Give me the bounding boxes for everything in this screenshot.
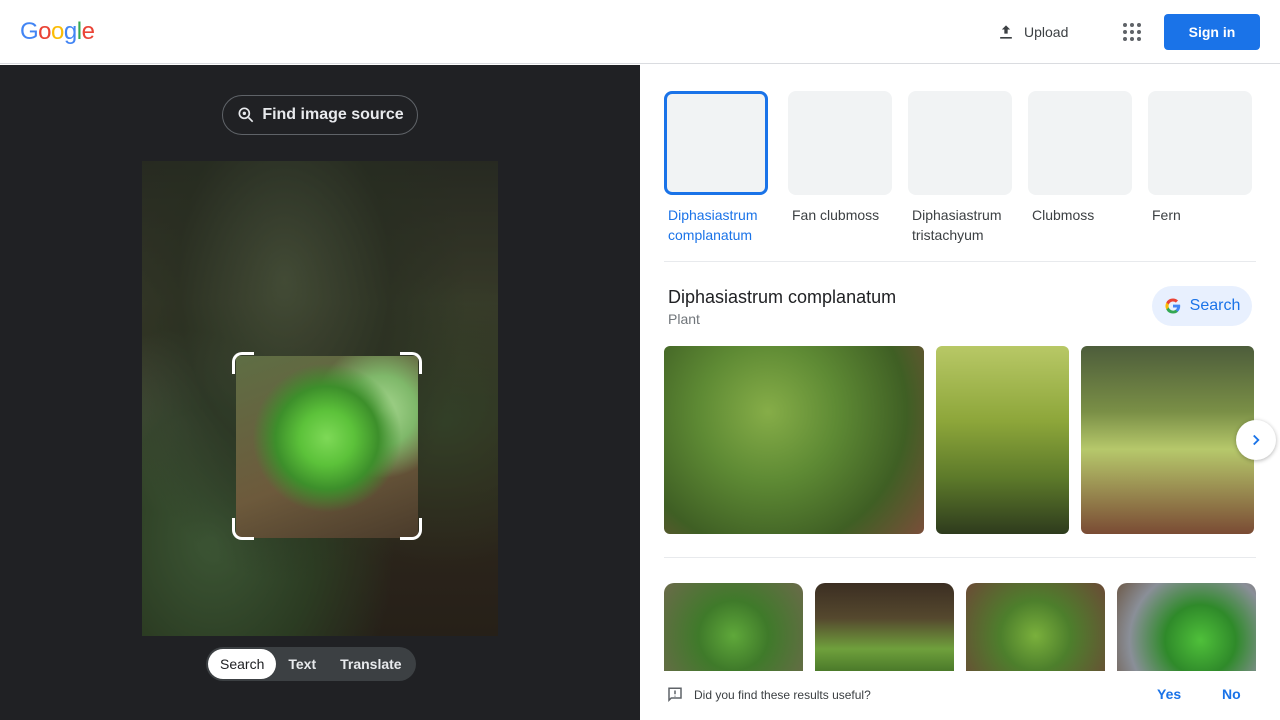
related-entities: Diphasiastrum complanatum Fan clubmoss D… — [664, 91, 1264, 261]
related-item[interactable]: Fern — [1148, 91, 1252, 225]
mode-search[interactable]: Search — [208, 649, 277, 679]
upload-label: Upload — [1024, 24, 1069, 40]
crop-handle-bottom-right[interactable] — [400, 518, 422, 540]
entity-title: Diphasiastrum complanatum — [668, 287, 897, 307]
crop-handle-top-right[interactable] — [400, 352, 422, 374]
entity-subtitle: Plant — [668, 311, 700, 327]
feedback-yes-button[interactable]: Yes — [1157, 686, 1181, 702]
logo-letter: g — [63, 18, 77, 45]
result-image[interactable] — [664, 346, 924, 534]
google-g-icon — [1165, 298, 1180, 314]
logo-letter: o — [38, 18, 52, 45]
related-thumbnail — [1028, 91, 1132, 195]
section-divider — [664, 557, 1256, 558]
results-panel: Diphasiastrum complanatum Fan clubmoss D… — [640, 65, 1280, 720]
upload-icon — [1000, 25, 1012, 39]
top-bar: Google Upload Sign in — [0, 0, 1280, 64]
feedback-icon — [668, 687, 682, 703]
feedback-bar: Did you find these results useful? Yes N… — [640, 671, 1280, 720]
entity-search-button[interactable]: Search — [1152, 286, 1252, 326]
visual-match-image[interactable] — [815, 583, 954, 671]
related-label: Clubmoss — [1032, 207, 1095, 223]
related-label: Diphasiastrum complanatum — [668, 207, 758, 243]
logo-letter: e — [81, 18, 95, 45]
mode-text[interactable]: Text — [276, 649, 328, 679]
related-item[interactable]: Fan clubmoss — [788, 91, 892, 225]
upload-button[interactable]: Upload — [984, 14, 1080, 50]
find-image-source-button[interactable]: Find image source — [222, 95, 418, 135]
related-item[interactable]: Clubmoss — [1028, 91, 1132, 225]
feedback-no-button[interactable]: No — [1222, 686, 1241, 702]
crop-handle-bottom-left[interactable] — [232, 518, 254, 540]
chevron-right-icon — [1253, 434, 1260, 446]
result-image[interactable] — [936, 346, 1069, 534]
visual-match-image[interactable] — [664, 583, 803, 671]
image-panel: Find image source Search Text Translate — [0, 65, 640, 720]
related-thumbnail — [908, 91, 1012, 195]
crop-selection[interactable] — [236, 356, 418, 538]
result-image[interactable] — [1081, 346, 1254, 534]
lens-search-icon — [238, 107, 254, 123]
mode-switcher: Search Text Translate — [206, 647, 416, 681]
related-thumbnail — [788, 91, 892, 195]
sign-in-button[interactable]: Sign in — [1164, 14, 1260, 50]
related-thumbnail — [664, 91, 768, 195]
next-arrow-button[interactable] — [1236, 420, 1276, 460]
related-label: Fern — [1152, 207, 1181, 223]
google-lens-page: Google Upload Sign in Find image source … — [0, 0, 1280, 720]
related-item[interactable]: Diphasiastrum complanatum — [664, 91, 768, 245]
logo-letter: G — [20, 18, 39, 45]
related-thumbnail — [1148, 91, 1252, 195]
crop-handle-top-left[interactable] — [232, 352, 254, 374]
feedback-question: Did you find these results useful? — [694, 688, 871, 702]
related-label: Diphasiastrum tristachyum — [912, 207, 1002, 243]
apps-grid-icon[interactable] — [1116, 16, 1148, 48]
entity-search-label: Search — [1189, 297, 1241, 314]
visual-match-image[interactable] — [1117, 583, 1256, 671]
related-label: Fan clubmoss — [792, 207, 880, 223]
logo-letter: o — [51, 18, 64, 45]
visual-match-image[interactable] — [966, 583, 1105, 671]
section-divider — [664, 261, 1256, 262]
mode-translate[interactable]: Translate — [328, 649, 413, 679]
related-item[interactable]: Diphasiastrum tristachyum — [908, 91, 1012, 245]
find-source-label: Find image source — [262, 106, 404, 123]
google-logo[interactable]: Google — [20, 18, 95, 46]
